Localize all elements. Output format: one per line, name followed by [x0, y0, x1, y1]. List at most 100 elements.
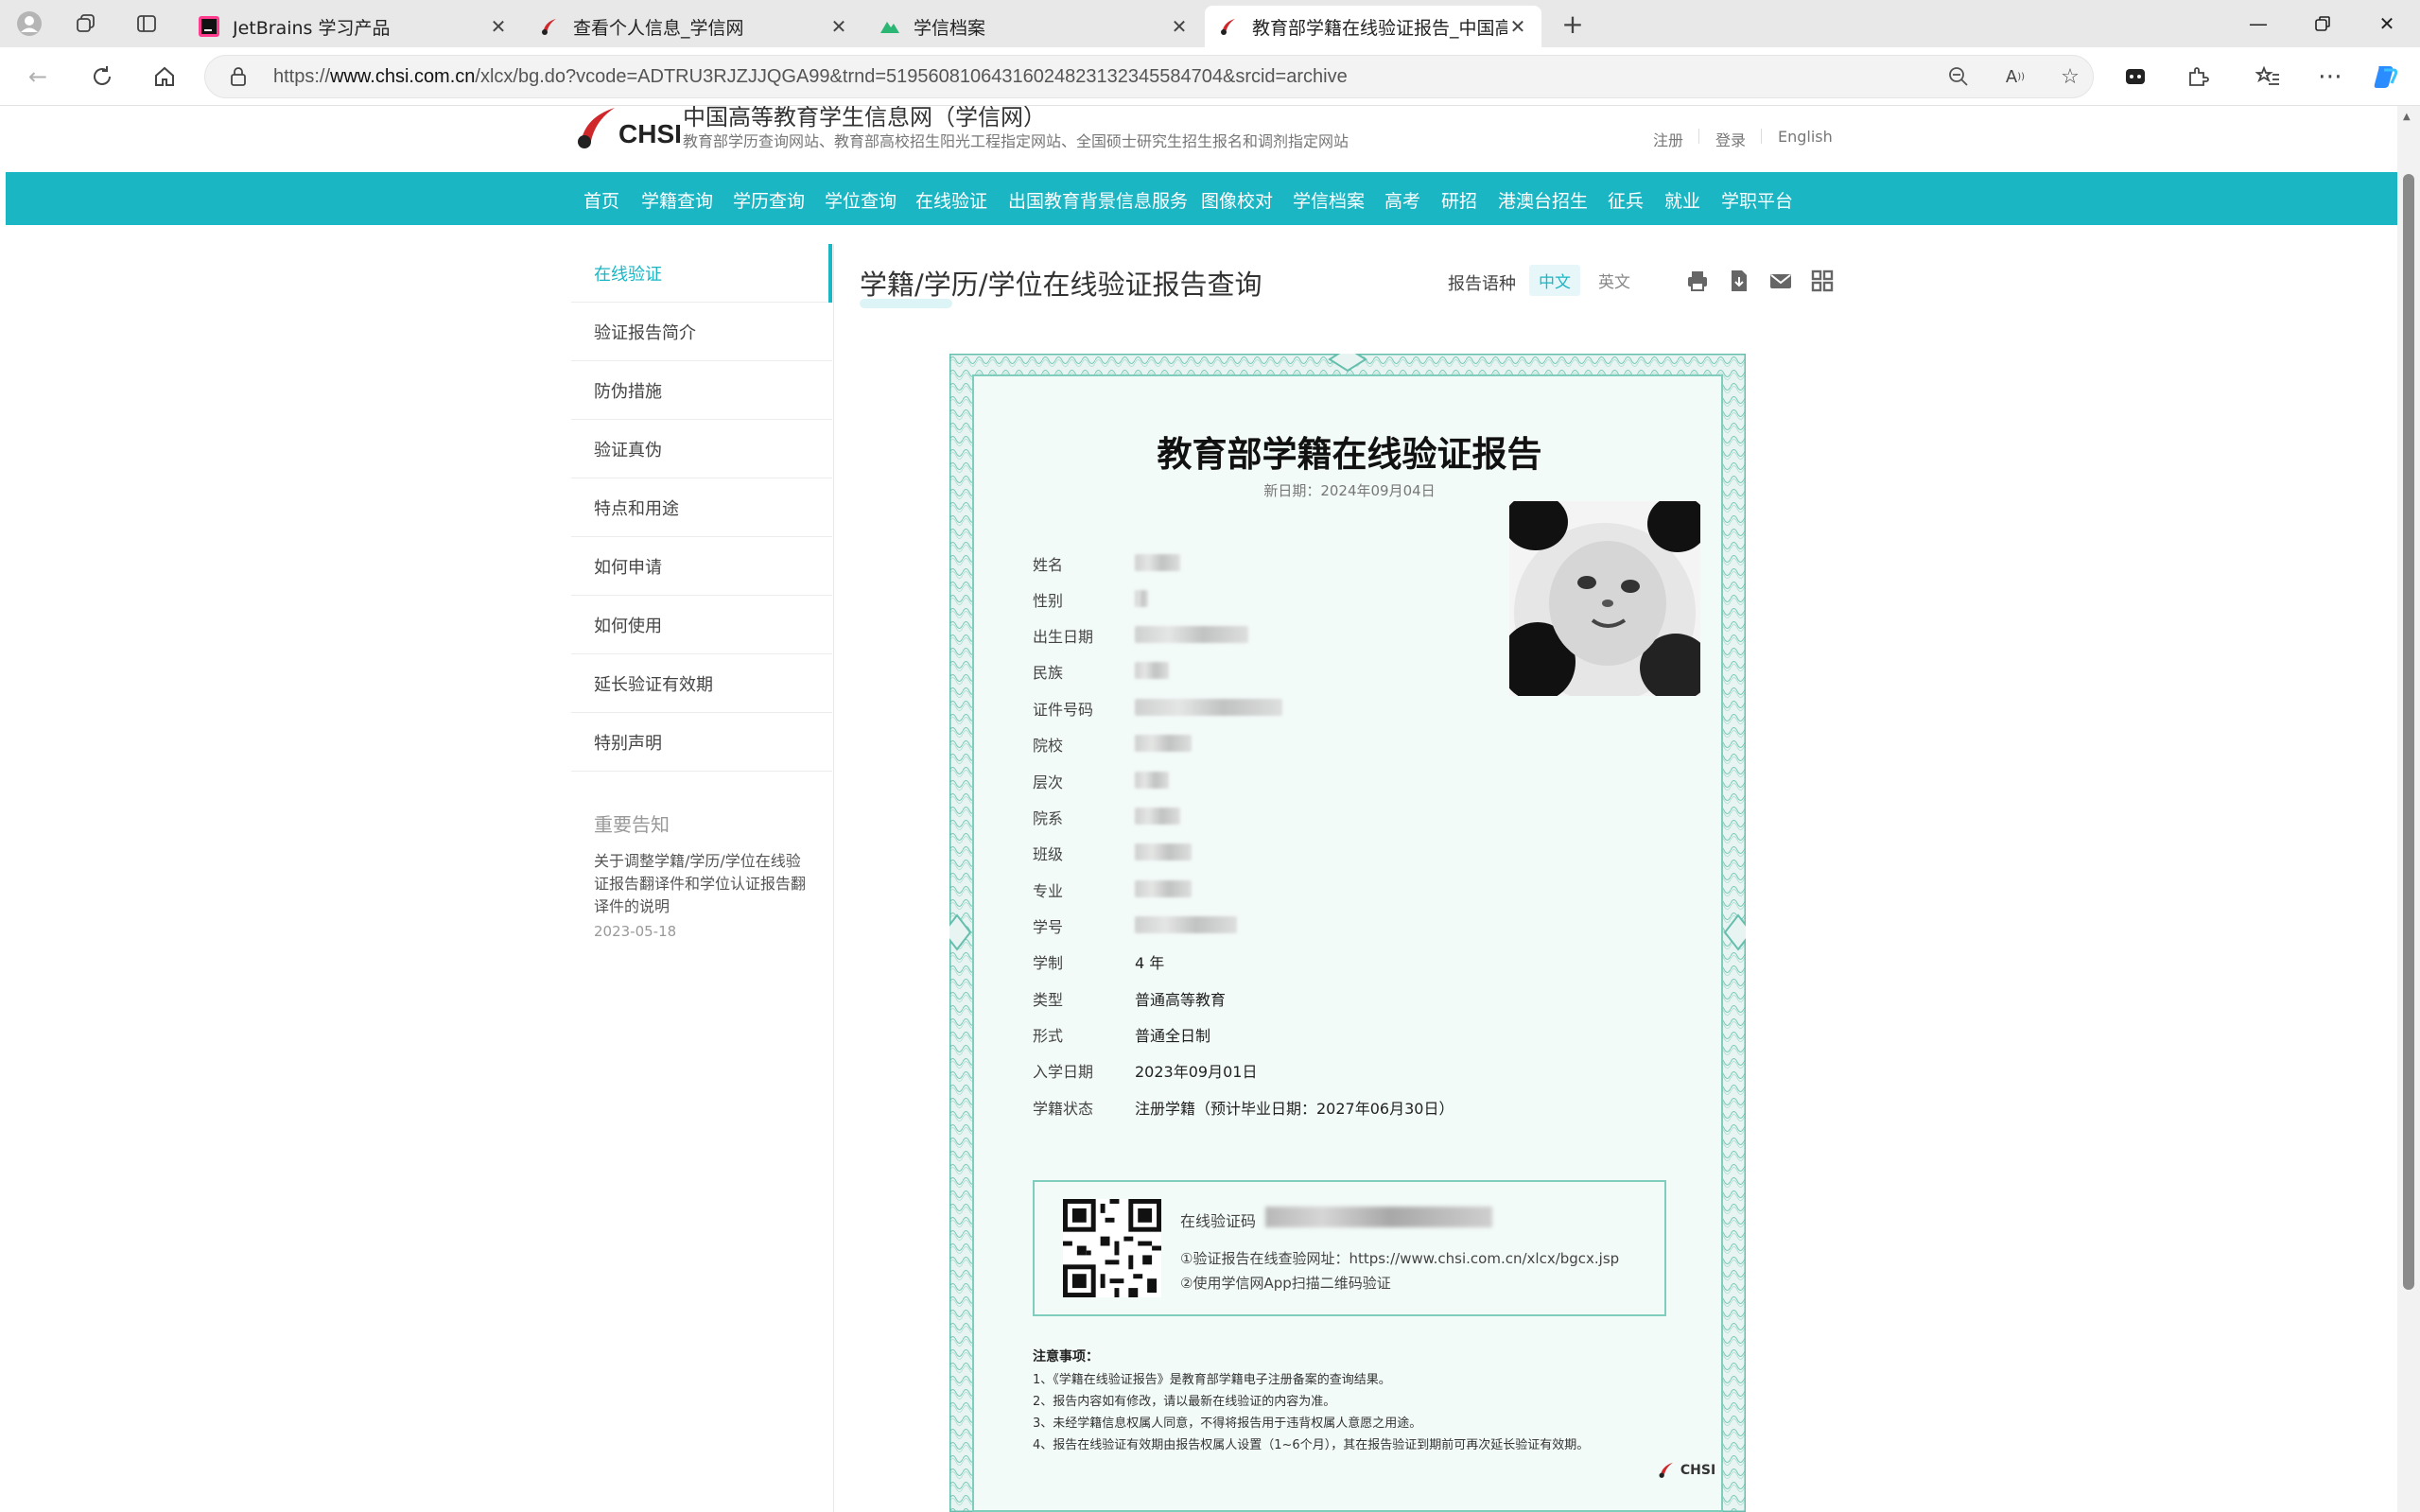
field-label-enroll-date: 入学日期: [1033, 1063, 1094, 1081]
redacted-value: [1135, 699, 1282, 716]
download-icon[interactable]: [1727, 269, 1751, 293]
lang-chinese-button[interactable]: 中文: [1529, 265, 1580, 296]
email-icon[interactable]: [1768, 269, 1793, 293]
lock-icon[interactable]: [230, 66, 247, 91]
nav-home[interactable]: 首页: [583, 187, 619, 213]
sidebar-item-how-to-use[interactable]: 如何使用: [571, 596, 832, 654]
verify-instruction-url: ①验证报告在线查验网址：https://www.chsi.com.cn/xlcx…: [1180, 1250, 1620, 1267]
extensions-icon[interactable]: [2181, 60, 2215, 94]
back-icon[interactable]: ←: [19, 60, 57, 94]
tab-personal-info[interactable]: 查看个人信息_学信网 ✕: [526, 6, 862, 47]
chsi-logo[interactable]: [573, 106, 620, 151]
tab-title: 查看个人信息_学信网: [573, 17, 744, 39]
sidebar-item-features[interactable]: 特点和用途: [571, 478, 832, 537]
verification-box: 在线验证码 ①验证报告在线查验网址：https://www.chsi.com.c…: [1033, 1180, 1666, 1316]
field-label-name: 姓名: [1033, 556, 1064, 574]
notice-title: 重要告知: [594, 813, 670, 836]
field-label-gender: 性别: [1033, 592, 1064, 610]
sidebar-item-verify-authenticity[interactable]: 验证真伪: [571, 420, 832, 478]
verification-qrcode[interactable]: [1063, 1199, 1161, 1297]
nav-image-check[interactable]: 图像校对: [1201, 187, 1273, 213]
student-photo: [1509, 501, 1700, 696]
sidebar-item-statement[interactable]: 特别声明: [571, 713, 832, 772]
tab-archive[interactable]: 学信档案 ✕: [866, 6, 1203, 47]
report-update-date: 新日期：2024年09月04日: [1263, 482, 1436, 499]
field-label-type: 类型: [1033, 991, 1064, 1009]
vertical-tabs-icon[interactable]: [131, 8, 163, 40]
sidebar-item-report-intro[interactable]: 验证报告简介: [571, 303, 832, 361]
page-scrollbar[interactable]: ▲: [2397, 106, 2420, 1512]
english-link[interactable]: English: [1778, 128, 1833, 146]
minimize-icon[interactable]: —: [2226, 0, 2290, 47]
scroll-up-icon[interactable]: ▲: [2403, 112, 2411, 122]
field-label-school: 院校: [1033, 737, 1064, 755]
read-aloud-icon[interactable]: A)): [1998, 60, 2032, 94]
close-window-icon[interactable]: ✕: [2355, 0, 2419, 47]
qrcode-icon[interactable]: [1810, 269, 1835, 293]
jetbrains-icon: [199, 16, 219, 37]
close-icon[interactable]: ✕: [488, 15, 509, 38]
page-title: 学籍/学历/学位在线验证报告查询: [860, 269, 1262, 301]
more-menu-icon[interactable]: ⋯: [2313, 60, 2347, 94]
archive-icon: [880, 22, 899, 33]
copilot-icon[interactable]: [2368, 60, 2402, 94]
restore-icon[interactable]: [2290, 0, 2355, 47]
collections-icon[interactable]: [2118, 60, 2152, 94]
site-header: CHSI 中国高等教育学生信息网（学信网） 教育部学历查询网站、教育部高校招生阳…: [6, 106, 2397, 172]
redacted-value: [1135, 772, 1169, 789]
nav-enrollment-query[interactable]: 学籍查询: [641, 187, 713, 213]
nav-archive[interactable]: 学信档案: [1293, 187, 1365, 213]
tab-verification-report[interactable]: 教育部学籍在线验证报告_中国高等 ✕: [1205, 6, 1541, 47]
home-icon[interactable]: [146, 60, 183, 94]
tab-jetbrains[interactable]: JetBrains 学习产品 ✕: [185, 6, 522, 47]
nav-hmt-admission[interactable]: 港澳台招生: [1498, 187, 1588, 213]
sidebar-item-online-verify[interactable]: 在线验证: [571, 244, 832, 303]
zoom-out-icon[interactable]: [1941, 60, 1976, 94]
nav-employment[interactable]: 就业: [1664, 187, 1700, 213]
close-icon[interactable]: ✕: [828, 15, 849, 38]
nav-career-platform[interactable]: 学职平台: [1721, 187, 1793, 213]
profile-icon[interactable]: [13, 8, 45, 40]
register-link[interactable]: 注册: [1653, 128, 1683, 150]
nav-gaokao[interactable]: 高考: [1384, 187, 1420, 213]
tab-title: JetBrains 学习产品: [233, 17, 391, 39]
verification-report: 教育部学籍在线验证报告 新日期：2024年09月04日 姓名 性别 出生日期 民…: [949, 354, 1746, 1512]
field-value-enroll-date: 2023年09月01日: [1135, 1063, 1258, 1081]
print-icon[interactable]: [1685, 269, 1710, 293]
divider: [833, 244, 834, 1512]
scrollbar-thumb[interactable]: [2403, 174, 2414, 1290]
nav-education-query[interactable]: 学历查询: [733, 187, 805, 213]
sidebar-item-anti-fake[interactable]: 防伪措施: [571, 361, 832, 420]
redacted-value: [1135, 554, 1180, 571]
sidebar-item-extend-validity[interactable]: 延长验证有效期: [571, 654, 832, 713]
redacted-value: [1135, 626, 1248, 643]
note-item: 1、《学籍在线验证报告》是教育部学籍电子注册备案的查询结果。: [1033, 1373, 1391, 1387]
workspaces-icon[interactable]: [70, 8, 102, 40]
refresh-icon[interactable]: [83, 60, 121, 94]
field-label-duration: 学制: [1033, 954, 1064, 972]
divider: [1761, 129, 1762, 144]
favorite-star-icon[interactable]: ☆: [2053, 60, 2087, 94]
login-link[interactable]: 登录: [1715, 128, 1746, 150]
nav-graduate[interactable]: 研招: [1441, 187, 1477, 213]
close-icon[interactable]: ✕: [1169, 15, 1190, 38]
favorites-list-icon[interactable]: [2251, 60, 2285, 94]
nav-overseas-service[interactable]: 出国教育背景信息服务: [1008, 187, 1188, 213]
notes-title: 注意事项：: [1033, 1349, 1099, 1364]
nav-conscription[interactable]: 征兵: [1608, 187, 1644, 213]
chsi-logo-icon: [1659, 1462, 1674, 1478]
close-icon[interactable]: ✕: [1507, 15, 1528, 38]
new-tab-button[interactable]: +: [1557, 8, 1589, 40]
notice-date: 2023-05-18: [594, 923, 677, 940]
url-field[interactable]: https://www.chsi.com.cn/xlcx/bg.do?vcode…: [204, 55, 2094, 98]
sidebar-item-how-to-apply[interactable]: 如何申请: [571, 537, 832, 596]
lang-english-button[interactable]: 英文: [1598, 269, 1630, 292]
nav-online-verify[interactable]: 在线验证: [915, 187, 987, 213]
logo-text: CHSI: [618, 119, 682, 148]
field-label-level: 层次: [1033, 773, 1064, 791]
notice-link[interactable]: 关于调整学籍/学历/学位在线验证报告翻译件和学位认证报告翻译件的说明: [594, 850, 811, 918]
tab-bar: JetBrains 学习产品 ✕ 查看个人信息_学信网 ✕ 学信档案 ✕ 教育部…: [0, 0, 2420, 47]
redacted-verify-code: [1265, 1207, 1492, 1227]
nav-degree-query[interactable]: 学位查询: [825, 187, 897, 213]
field-label-ethnicity: 民族: [1033, 664, 1064, 682]
